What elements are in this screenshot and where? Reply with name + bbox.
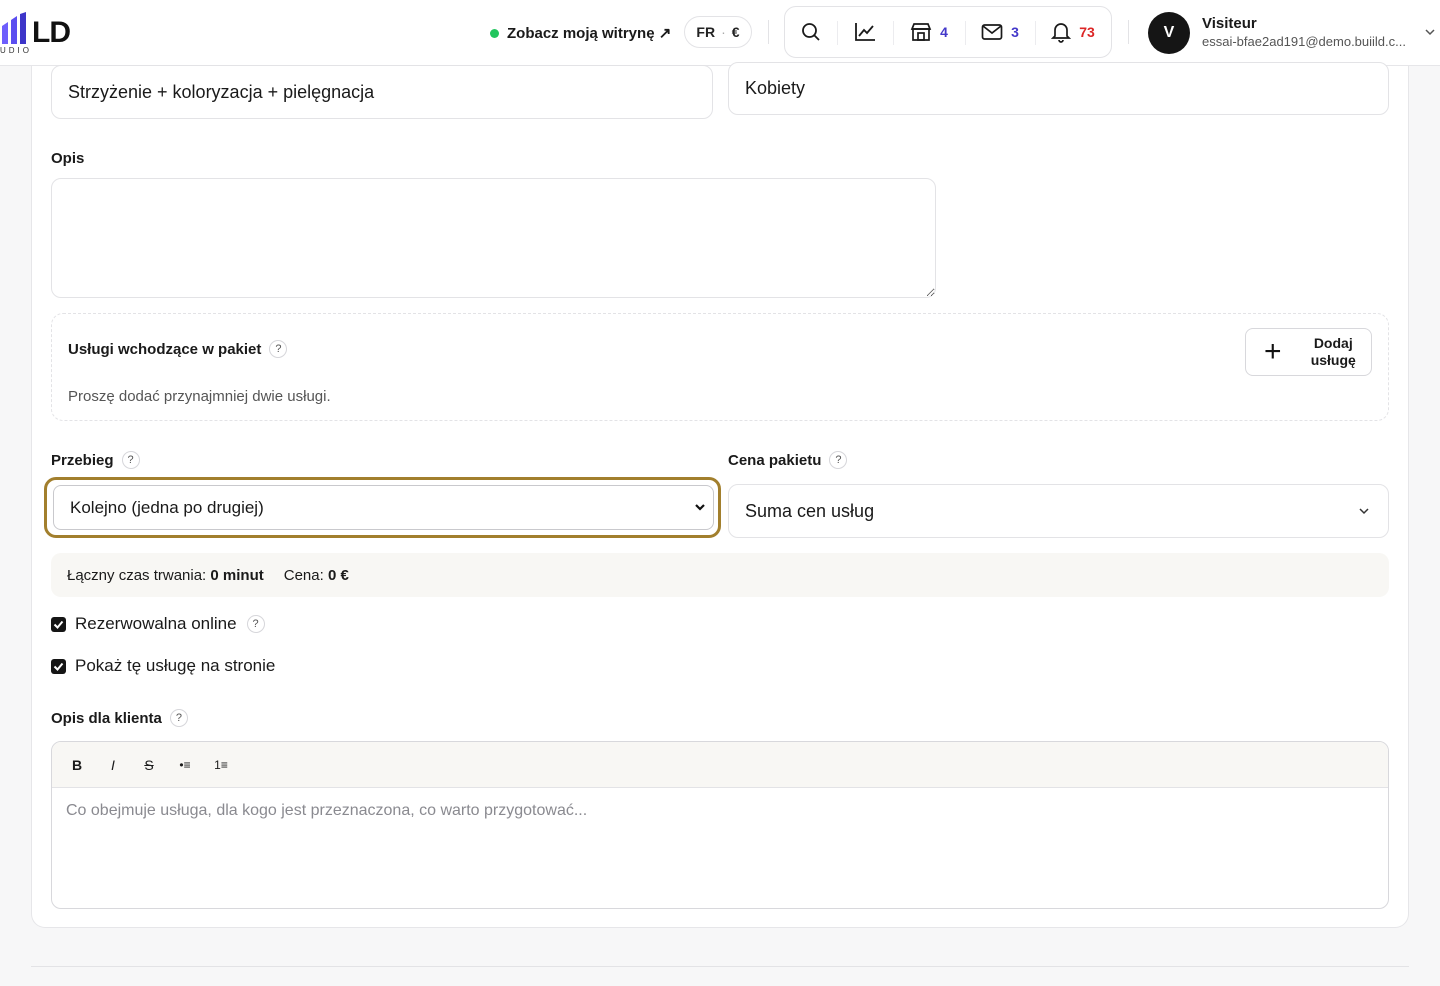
- description-label-text: Opis: [51, 150, 85, 167]
- store-button[interactable]: 4: [893, 7, 965, 57]
- editor-placeholder: Co obejmuje usługa, dla kogo jest przezn…: [66, 802, 588, 819]
- price-label: Cena:: [283, 566, 324, 584]
- price-value: 0 €: [327, 566, 349, 584]
- package-price-label: Cena pakietu ?: [728, 451, 848, 469]
- logo-bars-icon: [2, 12, 26, 44]
- divider: [1128, 20, 1129, 44]
- avatar: V: [1148, 12, 1190, 54]
- logo-text: LD: [32, 16, 71, 49]
- store-count: 4: [940, 24, 948, 40]
- price-summary: Cena: 0 €: [284, 567, 349, 584]
- show-on-site-label: Pokaż tę usługę na stronie: [75, 656, 276, 675]
- view-site-label: Zobacz moją witrynę ↗: [507, 25, 672, 42]
- flow-label: Przebieg ?: [51, 451, 140, 469]
- mail-count: 3: [1011, 24, 1019, 40]
- currency-label: €: [731, 24, 740, 40]
- flow-select[interactable]: Kolejno (jedna po drugiej): [53, 485, 714, 530]
- italic-button[interactable]: I: [98, 751, 128, 779]
- mail-icon: [981, 24, 1003, 40]
- show-on-site-checkbox[interactable]: Pokaż tę usługę na stronie: [51, 656, 275, 676]
- logo[interactable]: LD UDIO: [0, 10, 100, 58]
- quick-actions-bar: 4 3 73: [784, 6, 1112, 58]
- chevron-down-icon: [1359, 508, 1369, 515]
- language-currency-switcher[interactable]: FR · €: [684, 16, 752, 48]
- chevron-down-icon: [695, 504, 705, 511]
- messages-button[interactable]: 3: [965, 7, 1035, 57]
- client-description-label-text: Opis dla klienta: [51, 709, 162, 727]
- help-icon[interactable]: ?: [269, 340, 288, 358]
- top-bar: LD UDIO Zobacz moją witrynę ↗ FR · € 4 3…: [0, 0, 1440, 66]
- service-name-input[interactable]: [51, 65, 713, 119]
- price-selected-value: Suma cen usług: [745, 500, 875, 521]
- bookable-online-checkbox[interactable]: Rezerwowalna online ?: [51, 614, 265, 634]
- package-price-select[interactable]: Suma cen usług: [728, 484, 1389, 538]
- plus-icon: +: [1264, 335, 1282, 368]
- separator-dot: ·: [721, 24, 726, 40]
- package-services-title: Usługi wchodzące w pakiet ?: [68, 340, 288, 358]
- divider: [768, 20, 769, 44]
- bookable-online-label: Rezerwowalna online: [75, 614, 237, 633]
- bullet-list-button[interactable]: •≡: [170, 751, 200, 779]
- add-service-label: Dodaj usługę: [1310, 335, 1356, 368]
- chevron-down-icon: [1425, 29, 1435, 36]
- store-icon: [910, 23, 932, 41]
- notifications-button[interactable]: 73: [1035, 7, 1111, 57]
- logo-subtext: UDIO: [0, 46, 32, 55]
- flow-label-text: Przebieg: [51, 451, 114, 469]
- help-icon[interactable]: ?: [121, 451, 140, 469]
- user-menu[interactable]: V Visiteur essai-bfae2ad191@demo.buiild.…: [1148, 12, 1438, 54]
- package-services-section: Usługi wchodzące w pakiet ? Proszę dodać…: [51, 313, 1389, 421]
- category-input[interactable]: [728, 62, 1389, 115]
- help-icon[interactable]: ?: [169, 709, 188, 727]
- user-name: Visiteur: [1202, 15, 1257, 32]
- package-services-note: Proszę dodać przynajmniej dwie usługi.: [68, 388, 331, 405]
- add-service-button[interactable]: + Dodaj usługę: [1245, 328, 1372, 376]
- strikethrough-button[interactable]: S: [134, 751, 164, 779]
- stats-icon: [855, 23, 875, 41]
- client-description-editor: B I S •≡ 1≡ Co obejmuje usługa, dla kogo…: [51, 741, 1389, 909]
- help-icon[interactable]: ?: [246, 615, 265, 633]
- checkbox-checked-icon[interactable]: [51, 658, 66, 674]
- client-description-label: Opis dla klienta ?: [51, 709, 188, 727]
- bold-button[interactable]: B: [62, 751, 92, 779]
- duration-label: Łączny czas trwania:: [67, 566, 207, 584]
- package-services-title-text: Usługi wchodzące w pakiet: [68, 340, 262, 358]
- user-info: Visiteur essai-bfae2ad191@demo.buiild.c.…: [1202, 15, 1412, 51]
- package-summary: Łączny czas trwania: 0 minut Cena: 0 €: [51, 553, 1389, 597]
- editor-toolbar: B I S •≡ 1≡: [52, 742, 1388, 788]
- notification-count: 73: [1079, 24, 1095, 40]
- duration-summary: Łączny czas trwania: 0 minut: [67, 567, 264, 584]
- duration-value: 0 minut: [210, 566, 264, 584]
- description-label: Opis: [51, 150, 84, 167]
- flow-selected-value: Kolejno (jedna po drugiej): [70, 497, 264, 517]
- editor-body[interactable]: Co obejmuje usługa, dla kogo jest przezn…: [52, 788, 1388, 834]
- view-site-link[interactable]: Zobacz moją witrynę ↗: [490, 22, 671, 44]
- user-email: essai-bfae2ad191@demo.buiild.c...: [1202, 34, 1406, 49]
- help-icon[interactable]: ?: [829, 451, 848, 469]
- online-status-dot: [490, 28, 499, 38]
- package-price-label-text: Cena pakietu: [728, 451, 822, 469]
- description-textarea[interactable]: [51, 178, 936, 298]
- checkbox-checked-icon[interactable]: [51, 616, 66, 632]
- search-icon: [802, 23, 820, 41]
- footer-divider: [31, 966, 1409, 967]
- bell-icon: [1051, 23, 1072, 43]
- numbered-list-button[interactable]: 1≡: [206, 751, 236, 779]
- language-label: FR: [696, 24, 716, 40]
- search-button[interactable]: [785, 7, 837, 57]
- stats-button[interactable]: [837, 7, 893, 57]
